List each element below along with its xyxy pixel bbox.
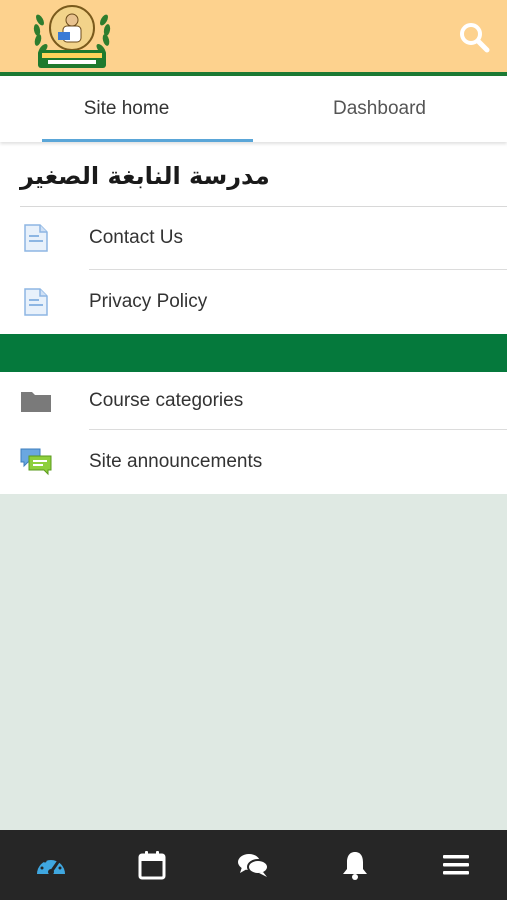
forum-icon xyxy=(20,446,52,478)
nav-dashboard-button[interactable] xyxy=(21,835,81,895)
bottom-nav xyxy=(0,830,507,900)
tab-site-home[interactable]: Site home xyxy=(0,76,253,142)
search-button[interactable] xyxy=(457,20,491,54)
tab-dashboard[interactable]: Dashboard xyxy=(253,76,506,142)
page-icon xyxy=(20,286,52,318)
page-icon xyxy=(20,222,52,254)
dashboard-icon xyxy=(36,856,65,875)
list-item-contact-us[interactable]: Contact Us xyxy=(0,206,507,270)
search-icon xyxy=(460,23,490,53)
folder-icon xyxy=(20,385,52,417)
list-item-label: Site announcements xyxy=(89,451,263,472)
app-header xyxy=(0,0,507,76)
nav-messages-button[interactable] xyxy=(223,835,283,895)
list-item-label: Course categories xyxy=(89,390,244,411)
list-item-site-announcements[interactable]: Site announcements xyxy=(0,430,507,494)
menu-icon xyxy=(443,855,470,875)
list-item-label: Contact Us xyxy=(89,227,183,248)
section-divider-band xyxy=(0,334,507,372)
nav-calendar-button[interactable] xyxy=(122,835,182,895)
section-title: مدرسة النابغة الصغير xyxy=(20,162,270,190)
site-home-content: مدرسة النابغة الصغير Contact Us Privacy … xyxy=(0,142,507,494)
tab-bar: Site home Dashboard xyxy=(0,76,507,142)
list-item-privacy-policy[interactable]: Privacy Policy xyxy=(0,270,507,334)
calendar-icon xyxy=(138,851,166,880)
nav-menu-button[interactable] xyxy=(426,835,486,895)
school-logo-icon xyxy=(30,2,114,70)
list-item-label: Privacy Policy xyxy=(89,291,208,312)
messages-icon xyxy=(238,854,270,877)
nav-notifications-button[interactable] xyxy=(325,835,385,895)
notifications-bell-icon xyxy=(342,852,367,880)
list-item-course-categories[interactable]: Course categories xyxy=(0,372,507,430)
